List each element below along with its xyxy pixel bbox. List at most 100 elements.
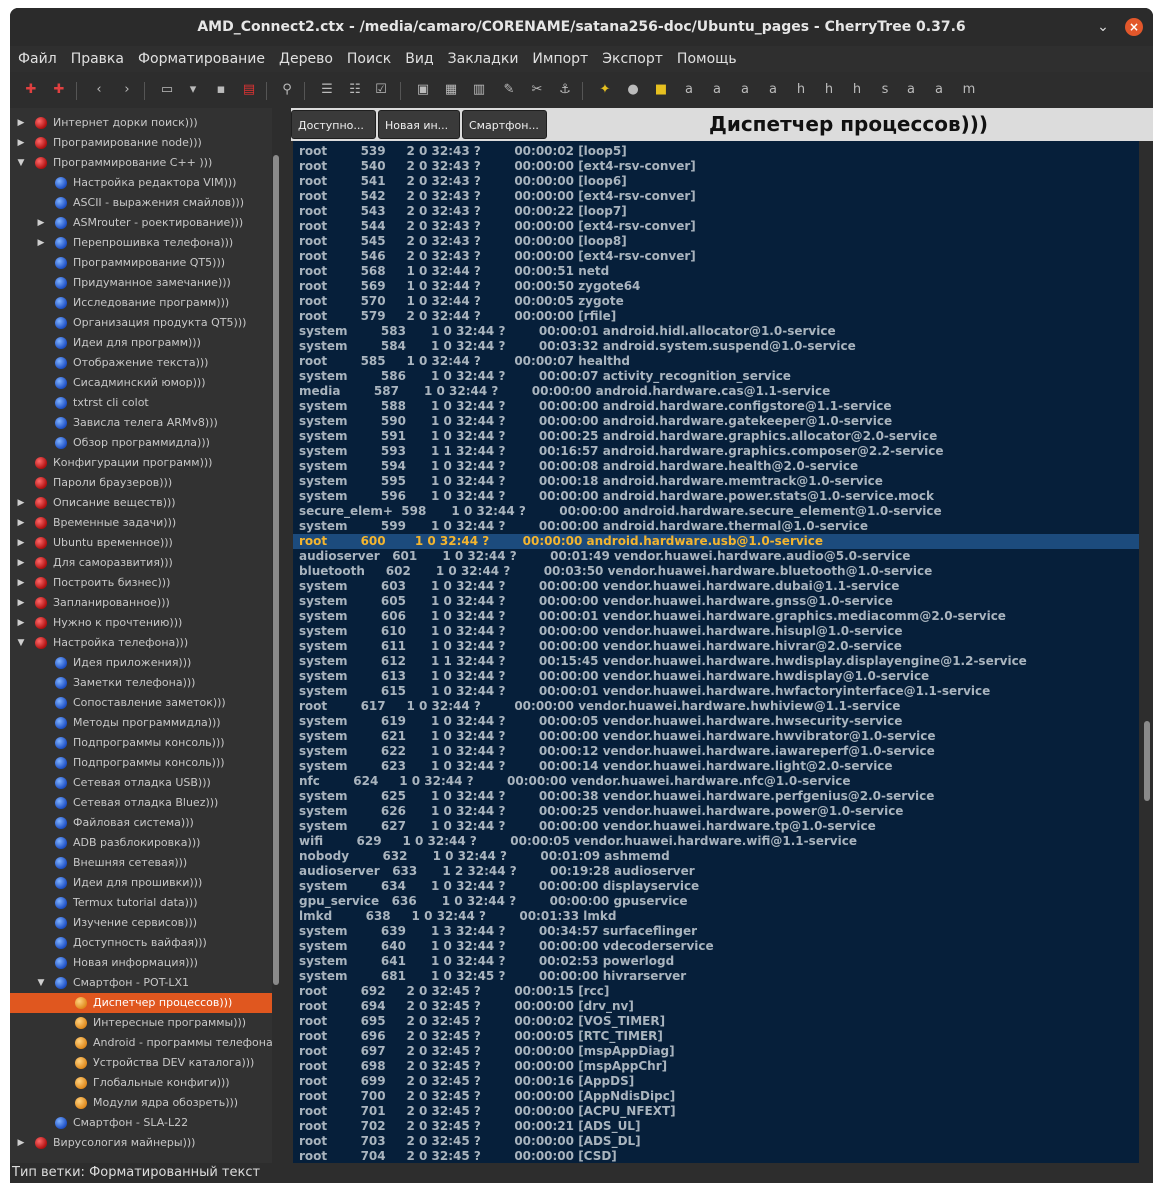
tree-node[interactable]: Программирование QT5)))	[10, 253, 272, 273]
tree-node[interactable]: Глобальные конфиги)))	[10, 1073, 272, 1093]
tree-node[interactable]: Модули ядра обозреть)))	[10, 1093, 272, 1113]
superscript-icon[interactable]: a	[902, 81, 920, 99]
insert-anchor-icon[interactable]: ⚓	[556, 81, 574, 99]
save-icon[interactable]: ▪	[212, 81, 230, 99]
add-node-icon[interactable]: ✚	[22, 81, 40, 99]
tree-node[interactable]: ASCII - выражения смайлов)))	[10, 193, 272, 213]
tree-node[interactable]: Придуманное замечание)))	[10, 273, 272, 293]
menu-file[interactable]: Файл	[10, 46, 64, 72]
text-editor[interactable]: root 539 2 0 32:43 ? 00:00:02 [loop5] roo…	[293, 141, 1139, 1163]
tree-node[interactable]: ▶ Для саморазвития)))	[10, 553, 272, 573]
expanded-arrow-icon[interactable]: ▼	[35, 973, 47, 993]
collapsed-arrow-icon[interactable]: ▶	[15, 553, 27, 573]
menu-import[interactable]: Импорт	[525, 46, 595, 72]
italic-icon[interactable]: a	[708, 81, 726, 99]
tree-node[interactable]: Новая информация)))	[10, 953, 272, 973]
strikethrough-icon[interactable]: a	[764, 81, 782, 99]
tree-node[interactable]: Сетевая отладка USB)))	[10, 773, 272, 793]
insert-table-icon[interactable]: ▦	[442, 81, 460, 99]
tree-node[interactable]: ▶ Построить бизнес)))	[10, 573, 272, 593]
tree-node[interactable]: Смартфон - SLA-L22	[10, 1113, 272, 1133]
tree-node[interactable]: Организация продукта QT5)))	[10, 313, 272, 333]
tree-node[interactable]: ▶ Програмирование node)))	[10, 133, 272, 153]
tree-node[interactable]: Методы программидла)))	[10, 713, 272, 733]
tab-recent-3[interactable]: Смартфон...	[462, 110, 547, 139]
menu-export[interactable]: Экспорт	[595, 46, 670, 72]
tree-node[interactable]: ▶ Запланированное)))	[10, 593, 272, 613]
tree-node[interactable]: Изучение сервисов)))	[10, 913, 272, 933]
tree-node[interactable]: ▼ Настройка телефона)))	[10, 633, 272, 653]
expanded-arrow-icon[interactable]: ▼	[15, 153, 27, 173]
tree-node[interactable]: Диспетчер процессов)))	[10, 993, 272, 1013]
tree-node[interactable]: ▶ Нужно к прочтению)))	[10, 613, 272, 633]
bold-icon[interactable]: a	[680, 81, 698, 99]
menu-format[interactable]: Форматирование	[131, 46, 272, 72]
menu-help[interactable]: Помощь	[670, 46, 744, 72]
tree-node[interactable]: Интересные программы)))	[10, 1013, 272, 1033]
subscript-icon[interactable]: a	[930, 81, 948, 99]
collapsed-arrow-icon[interactable]: ▶	[35, 213, 47, 233]
tree-node[interactable]: ▼ Программирование С++ )))	[10, 153, 272, 173]
collapsed-arrow-icon[interactable]: ▶	[35, 233, 47, 253]
collapsed-arrow-icon[interactable]: ▶	[15, 533, 27, 553]
tree-node[interactable]: Идеи для программ)))	[10, 333, 272, 353]
tree-node[interactable]: Termux tutorial data)))	[10, 893, 272, 913]
tree-node[interactable]: Обзор программидла)))	[10, 433, 272, 453]
menu-view[interactable]: Вид	[398, 46, 440, 72]
todo-list-icon[interactable]: ☑	[372, 81, 390, 99]
tree-node[interactable]: Конфигурации программ)))	[10, 453, 272, 473]
tree-node[interactable]: ADB разблокировка)))	[10, 833, 272, 853]
editor-scrollbar[interactable]	[1144, 721, 1150, 801]
menu-bookmarks[interactable]: Закладки	[441, 46, 526, 72]
tree-node[interactable]: ▶ Вирусология майнеры)))	[10, 1133, 272, 1153]
tree-node[interactable]: Доступность вайфая)))	[10, 933, 272, 953]
menu-tree[interactable]: Дерево	[272, 46, 340, 72]
tree-node[interactable]: ▶ ASMrouter - роектирование)))	[10, 213, 272, 233]
tree-node[interactable]: Сисадминский юмор)))	[10, 373, 272, 393]
collapsed-arrow-icon[interactable]: ▶	[15, 513, 27, 533]
tree-node[interactable]: ▶ Интернет дорки поиск)))	[10, 113, 272, 133]
color-background-icon[interactable]: ■	[652, 81, 670, 99]
tree-node[interactable]: Сетевая отладка Bluez)))	[10, 793, 272, 813]
attach-file-icon[interactable]: ✎	[500, 81, 518, 99]
tree-node[interactable]: Настройка редактора VIM)))	[10, 173, 272, 193]
collapsed-arrow-icon[interactable]: ▶	[15, 593, 27, 613]
menu-search[interactable]: Поиск	[340, 46, 398, 72]
tree-node[interactable]: Устройства DEV каталога)))	[10, 1053, 272, 1073]
color-foreground-icon[interactable]: ●	[624, 81, 642, 99]
collapsed-arrow-icon[interactable]: ▶	[15, 133, 27, 153]
forward-icon[interactable]: ›	[118, 81, 136, 99]
tree-node[interactable]: Заметки телефона)))	[10, 673, 272, 693]
tree-node[interactable]: Внешняя сетевая)))	[10, 853, 272, 873]
tree-node[interactable]: ▶ Перепрошивка телефона)))	[10, 233, 272, 253]
open-icon[interactable]: ▭	[158, 81, 176, 99]
tree-node[interactable]: Пароли браузеров)))	[10, 473, 272, 493]
tree-node[interactable]: Идеи для прошивки)))	[10, 873, 272, 893]
close-icon[interactable]: ×	[1125, 18, 1143, 36]
numbered-list-icon[interactable]: ☷	[346, 81, 364, 99]
clear-format-icon[interactable]: ✦	[596, 81, 614, 99]
chevron-down-icon[interactable]: ⌄	[1093, 17, 1113, 37]
tree-scrollbar[interactable]	[273, 155, 279, 985]
dropdown-icon[interactable]: ▾	[184, 81, 202, 99]
add-subnode-icon[interactable]: ✚	[50, 81, 68, 99]
tree-node[interactable]: Отображение текста)))	[10, 353, 272, 373]
tree-node[interactable]: txtrst cli colot	[10, 393, 272, 413]
collapsed-arrow-icon[interactable]: ▶	[15, 493, 27, 513]
h2-icon[interactable]: h	[820, 81, 838, 99]
tree-node[interactable]: ▶ Ubuntu временное)))	[10, 533, 272, 553]
tree-node[interactable]: Android - программы телефона	[10, 1033, 272, 1053]
insert-link-icon[interactable]: ✂	[528, 81, 546, 99]
menu-edit[interactable]: Правка	[64, 46, 131, 72]
tree-node[interactable]: Подпрограммы консоль)))	[10, 733, 272, 753]
bulleted-list-icon[interactable]: ☰	[318, 81, 336, 99]
tree-node[interactable]: Идея приложения)))	[10, 653, 272, 673]
tab-recent-2[interactable]: Новая ин...	[378, 110, 460, 139]
collapsed-arrow-icon[interactable]: ▶	[15, 613, 27, 633]
monospace-icon[interactable]: m	[960, 81, 978, 99]
find-icon[interactable]: ⚲	[278, 81, 296, 99]
h1-icon[interactable]: h	[792, 81, 810, 99]
collapsed-arrow-icon[interactable]: ▶	[15, 573, 27, 593]
underline-icon[interactable]: a	[736, 81, 754, 99]
tree-node[interactable]: Исследование программ)))	[10, 293, 272, 313]
